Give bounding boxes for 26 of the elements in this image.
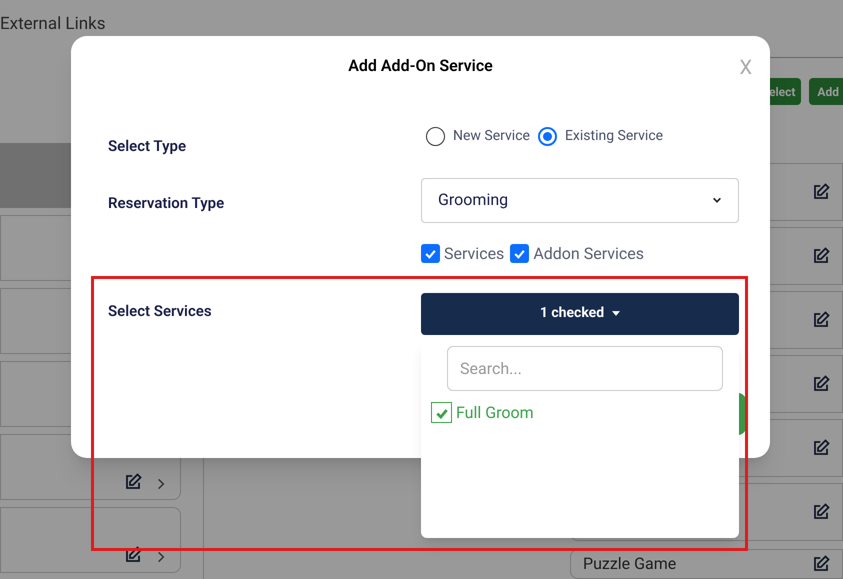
chevron-down-icon — [712, 195, 722, 205]
multiselect-button[interactable]: 1 checked — [421, 292, 739, 334]
edit-icon[interactable] — [124, 473, 142, 491]
item-name: Puzzle Game — [583, 553, 676, 575]
caret-down-icon — [612, 311, 620, 316]
field-label: Reservation Type — [108, 192, 226, 214]
action-button[interactable]: Add — [809, 78, 843, 105]
edit-icon[interactable] — [812, 503, 830, 521]
checkbox-option[interactable]: Services — [421, 242, 504, 266]
reservation-type-select[interactable]: Grooming — [421, 178, 739, 222]
radio-option[interactable]: Existing Service — [538, 126, 664, 146]
edit-icon[interactable] — [812, 375, 830, 393]
field-label: Select Services — [108, 300, 213, 322]
section-heading: External Links — [0, 13, 106, 36]
edit-icon[interactable] — [812, 439, 830, 457]
dialog-title: Add Add-On Service — [348, 55, 493, 77]
field-label: Select Type — [108, 136, 188, 157]
edit-icon[interactable] — [124, 546, 142, 564]
edit-icon[interactable] — [812, 311, 830, 329]
search-field[interactable]: Search... — [447, 346, 723, 390]
option-item[interactable]: Full Groom — [431, 400, 739, 424]
radio-option[interactable]: New Service — [426, 126, 530, 146]
edit-icon[interactable] — [812, 183, 830, 201]
edit-icon[interactable] — [812, 555, 830, 573]
checkbox-option[interactable]: Addon Services — [510, 242, 644, 266]
edit-icon[interactable] — [812, 247, 830, 265]
